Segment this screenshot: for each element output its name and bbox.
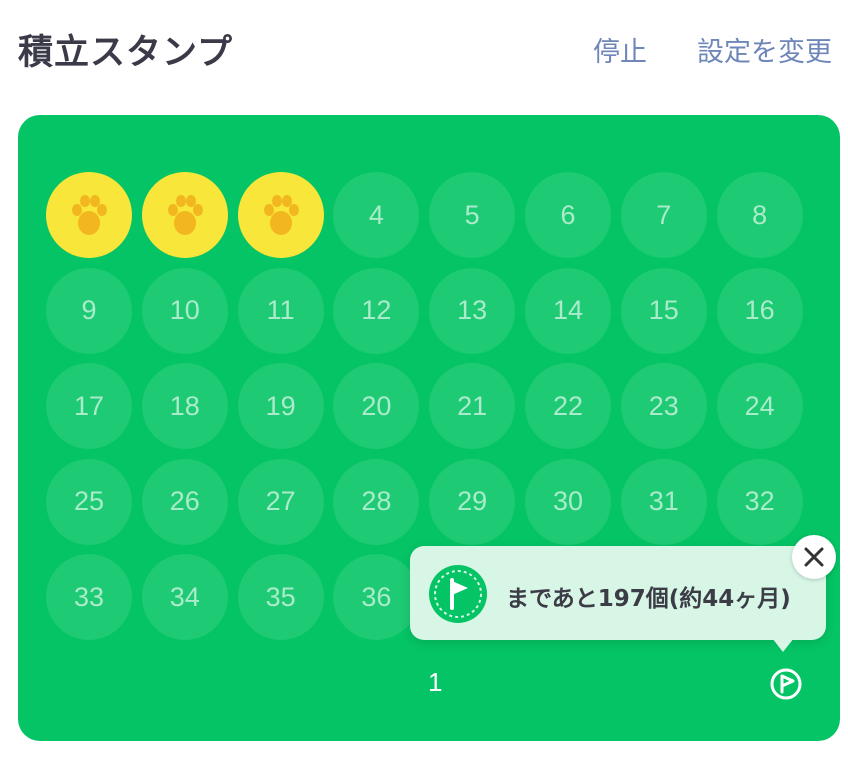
stamp-cell: 4 xyxy=(333,172,420,258)
paw-icon xyxy=(263,195,299,235)
stamp-cell: 17 xyxy=(46,363,132,449)
stamp-cell: 6 xyxy=(525,172,611,258)
stamped-cell xyxy=(237,172,324,258)
stamped-cell xyxy=(46,172,132,258)
stamp-cell: 22 xyxy=(525,363,611,449)
page-indicator: 1 xyxy=(428,667,443,697)
stamp-cell: 34 xyxy=(141,554,228,640)
stamp-cell: 36 xyxy=(333,554,420,640)
stamp-card: 4 5 6 7 8 9 10 11 12 13 14 15 16 17 18 19 20 21 22 23 24 25 26… xyxy=(18,115,840,741)
stamp-cell: 10 xyxy=(141,267,228,354)
stamp-cell: 14 xyxy=(525,267,611,354)
stamp-cell: 24 xyxy=(716,363,803,449)
stamp-cell: 28 xyxy=(333,458,420,545)
close-tooltip-button[interactable] xyxy=(792,535,836,579)
change-settings-button[interactable]: 設定を変更 xyxy=(697,30,832,69)
stamp-cell: 19 xyxy=(237,363,324,449)
stamp-cell: 18 xyxy=(141,363,228,449)
page-title: 積立スタンプ xyxy=(18,33,233,73)
header: 積立スタンプ 停止 設定を変更 xyxy=(0,0,848,100)
stamp-cell: 35 xyxy=(237,554,324,640)
stamp-cell: 25 xyxy=(46,458,132,545)
stamp-cell: 8 xyxy=(716,172,803,258)
stamp-cell: 31 xyxy=(620,458,707,545)
stamp-cell: 12 xyxy=(333,267,420,354)
stamp-cell: 9 xyxy=(46,267,132,354)
stamp-cell: 26 xyxy=(141,458,228,545)
stamp-cell: 27 xyxy=(237,458,324,545)
stamp-cell: 13 xyxy=(429,267,516,354)
stamp-cell: 21 xyxy=(429,363,516,449)
stop-button[interactable]: 停止 xyxy=(593,30,647,69)
flag-icon xyxy=(429,565,487,623)
flag-icon xyxy=(770,668,802,700)
stamp-cell: 5 xyxy=(429,172,516,258)
stamped-cell xyxy=(141,172,228,258)
remaining-count-text: まであと197個(約44ヶ月) xyxy=(506,586,791,612)
paw-icon xyxy=(72,195,107,235)
stamp-cell: 29 xyxy=(429,458,516,545)
tooltip-pointer xyxy=(772,638,794,652)
close-icon xyxy=(804,547,824,567)
stamp-cell: 7 xyxy=(620,172,707,258)
paw-icon xyxy=(167,195,203,235)
stamp-cell: 15 xyxy=(620,267,707,354)
stamp-cell: 20 xyxy=(333,363,420,449)
stamp-cell: 33 xyxy=(46,554,132,640)
stamp-cell: 11 xyxy=(237,267,324,354)
stamp-cell: 30 xyxy=(525,458,611,545)
stamp-cell: 32 xyxy=(716,458,803,545)
stamp-cell: 23 xyxy=(620,363,707,449)
stamp-cell: 16 xyxy=(716,267,803,354)
